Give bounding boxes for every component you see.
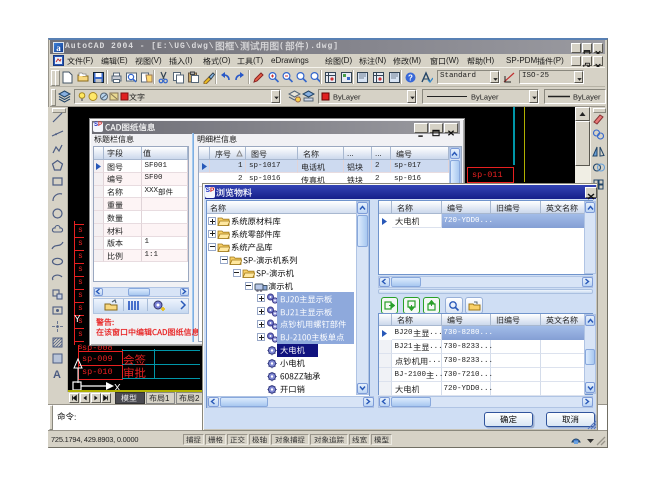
- svg-text:ByLayer: ByLayer: [333, 93, 361, 102]
- svg-text:?: ?: [408, 74, 413, 83]
- svg-text:ByLayer: ByLayer: [573, 93, 601, 102]
- svg-text:Y: Y: [74, 314, 81, 325]
- svg-text:ByLayer: ByLayer: [471, 93, 499, 102]
